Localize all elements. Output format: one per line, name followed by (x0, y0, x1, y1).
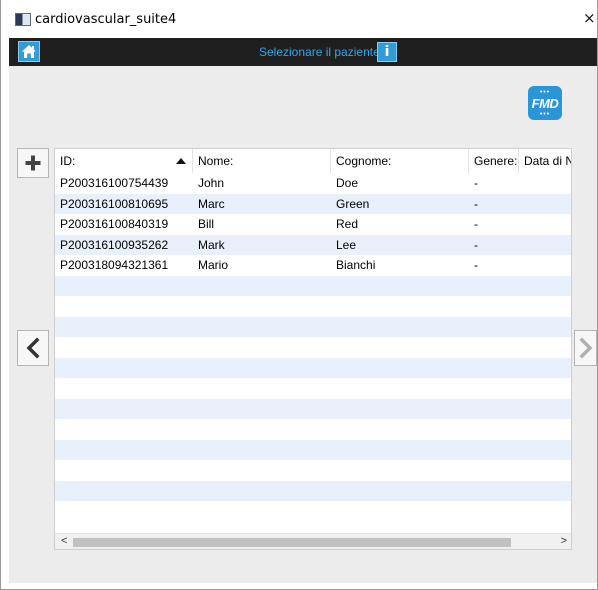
table-cell-nome: John (198, 176, 225, 190)
title-bar: cardiovascular_suite4 × (1, 0, 597, 38)
home-icon (22, 45, 36, 58)
horizontal-scrollbar[interactable]: < > (55, 533, 571, 549)
table-cell-genere: - (474, 258, 478, 272)
table-cell-data (519, 173, 571, 193)
column-header-label: Nome: (198, 154, 234, 168)
table-row[interactable] (55, 378, 571, 399)
next-button[interactable] (574, 330, 597, 366)
table-row[interactable] (55, 419, 571, 440)
close-button[interactable]: × (583, 8, 597, 28)
logo-dots-bottom: ••• (539, 111, 551, 118)
table-header: ID: Nome: Cognome: Genere: Data di N (55, 149, 572, 173)
home-button[interactable] (18, 41, 40, 62)
table-cell-genere: - (474, 176, 478, 190)
table-cell-id: P200316100840319 (60, 217, 169, 231)
table-row[interactable] (55, 398, 571, 419)
chevron-right-icon (579, 337, 593, 359)
logo-dots-top: ••• (539, 89, 551, 96)
column-header-genere[interactable]: Genere: (469, 149, 519, 173)
column-header-label: Data di N (524, 154, 572, 168)
fmd-logo: ••• FMD ••• (528, 86, 562, 120)
add-patient-button[interactable] (17, 148, 49, 178)
top-bar: Selezionare il paziente i (9, 38, 597, 66)
table-row[interactable] (55, 501, 571, 522)
table-row[interactable] (55, 316, 571, 337)
scrollbar-thumb[interactable] (73, 538, 511, 547)
table-row[interactable]: P200316100810695 Marc Green - (55, 193, 571, 214)
scroll-right-arrow[interactable]: > (561, 535, 567, 547)
column-header-label: Cognome: (336, 154, 392, 168)
table-cell-data (519, 194, 571, 214)
table-row[interactable] (55, 439, 571, 460)
table-cell-nome: Bill (198, 217, 215, 231)
info-button[interactable]: i (377, 42, 397, 62)
table-cell-genere: - (474, 237, 478, 252)
plus-icon (25, 155, 41, 171)
scroll-left-arrow[interactable]: < (61, 535, 67, 547)
table-row[interactable]: P200316100754439 John Doe - (55, 173, 571, 194)
table-cell-nome: Mario (198, 258, 229, 272)
table-cell-id: P200316100754439 (60, 176, 169, 190)
table-row[interactable] (55, 337, 571, 358)
table-cell-cognome: Doe (336, 176, 359, 190)
column-header-cognome[interactable]: Cognome: (331, 149, 469, 173)
table-cell-data (519, 214, 571, 234)
table-body: P200316100754439 John Doe - P200316100810695… (55, 173, 571, 533)
table-cell-cognome: Bianchi (336, 258, 376, 272)
table-row[interactable] (55, 296, 571, 317)
table-cell-genere: - (474, 217, 478, 231)
table-cell-data (519, 255, 571, 275)
table-cell-genere: - (474, 196, 478, 211)
chevron-left-icon (26, 337, 40, 359)
table-row[interactable]: P200316100840319 Bill Red - (55, 214, 571, 235)
previous-button[interactable] (17, 330, 49, 366)
table-row[interactable] (55, 357, 571, 378)
app-icon (15, 13, 31, 26)
sort-ascending-icon (176, 158, 186, 164)
table-row[interactable] (55, 460, 571, 481)
table-cell-id: P200316100810695 (60, 196, 169, 211)
patients-table: ID: Nome: Cognome: Genere: Data di N P20… (54, 148, 572, 550)
window-title: cardiovascular_suite4 (35, 12, 177, 27)
table-cell-data (519, 235, 571, 255)
column-header-data-nascita[interactable]: Data di N (519, 149, 572, 173)
table-row[interactable]: P200316100935262 Mark Lee - (55, 234, 571, 255)
table-row[interactable]: P200318094321361 Mario Bianchi - (55, 255, 571, 276)
table-cell-cognome: Green (336, 196, 370, 211)
column-header-id[interactable]: ID: (55, 149, 193, 173)
page-title: Selezionare il paziente (259, 45, 380, 59)
column-header-nome[interactable]: Nome: (193, 149, 331, 173)
table-cell-cognome: Lee (336, 237, 357, 252)
info-icon: i (384, 44, 390, 60)
table-cell-id: P200316100935262 (60, 237, 169, 252)
table-cell-cognome: Red (336, 217, 359, 231)
table-row[interactable] (55, 480, 571, 501)
table-cell-nome: Mark (198, 237, 225, 252)
column-header-label: Genere: (474, 154, 518, 168)
column-header-label: ID: (60, 154, 76, 168)
table-row[interactable] (55, 275, 571, 296)
table-cell-id: P200318094321361 (60, 258, 169, 272)
logo-text: FMD (531, 96, 559, 111)
client-area: Selezionare il paziente i ••• FMD ••• ID… (9, 38, 597, 583)
app-window: cardiovascular_suite4 × Selezionare il p… (0, 0, 598, 590)
table-cell-nome: Marc (198, 196, 225, 211)
